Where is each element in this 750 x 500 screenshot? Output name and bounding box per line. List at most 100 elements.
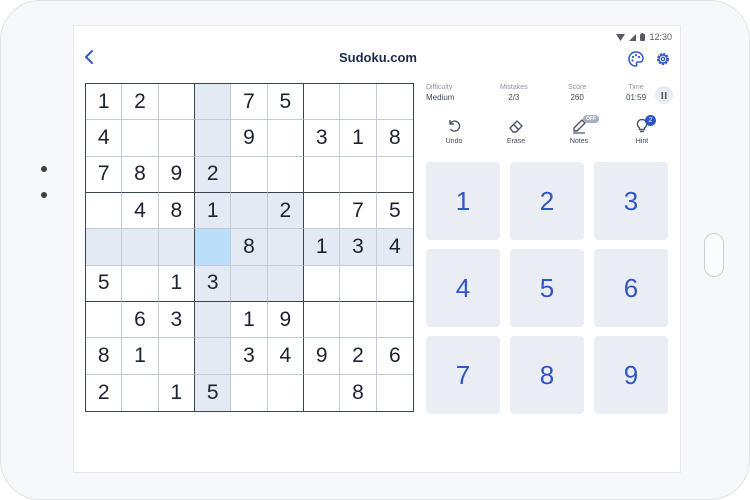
board-cell[interactable]: [267, 156, 304, 193]
board-cell[interactable]: [340, 265, 377, 302]
board-cell[interactable]: [194, 301, 232, 339]
board-cell[interactable]: 1: [122, 338, 159, 375]
board-cell[interactable]: 9: [267, 301, 304, 339]
board-cell[interactable]: 3: [340, 229, 377, 266]
board-cell[interactable]: [267, 265, 304, 302]
board-cell[interactable]: [231, 156, 268, 193]
board-cell[interactable]: [340, 84, 377, 121]
board-cell[interactable]: 2: [86, 374, 123, 411]
palette-icon[interactable]: [627, 50, 645, 68]
home-button[interactable]: [704, 233, 724, 277]
board-cell[interactable]: [86, 229, 123, 266]
board-cell[interactable]: 8: [231, 229, 268, 266]
board-cell[interactable]: 4: [376, 229, 413, 266]
number-key-7[interactable]: 7: [426, 336, 500, 414]
board-cell[interactable]: [303, 265, 341, 302]
board-cell[interactable]: [194, 120, 232, 157]
board-cell[interactable]: [158, 120, 195, 157]
board-cell[interactable]: [340, 301, 377, 339]
board-cell[interactable]: [86, 192, 123, 230]
pause-button[interactable]: [655, 86, 673, 104]
board-cell[interactable]: 2: [267, 192, 304, 230]
undo-button[interactable]: Undo: [432, 118, 476, 145]
board-cell[interactable]: [303, 156, 341, 193]
board-cell[interactable]: [158, 84, 195, 121]
board-cell[interactable]: 2: [194, 156, 232, 193]
number-key-9[interactable]: 9: [594, 336, 668, 414]
board-cell[interactable]: 7: [340, 192, 377, 230]
board-cell[interactable]: 1: [86, 84, 123, 121]
board-cell[interactable]: 1: [158, 374, 195, 411]
board-cell[interactable]: [158, 229, 195, 266]
board-cell[interactable]: 2: [122, 84, 159, 121]
board-cell[interactable]: 1: [303, 229, 341, 266]
board-cell[interactable]: 5: [194, 374, 232, 411]
board-cell[interactable]: [194, 229, 232, 266]
board-cell[interactable]: [122, 120, 159, 157]
board-cell[interactable]: 8: [122, 156, 159, 193]
board-cell[interactable]: [376, 301, 413, 339]
board-cell[interactable]: 8: [86, 338, 123, 375]
board-cell[interactable]: 5: [376, 192, 413, 230]
board-cell[interactable]: 7: [86, 156, 123, 193]
board-cell[interactable]: [194, 338, 232, 375]
board-cell[interactable]: 3: [194, 265, 232, 302]
gear-icon[interactable]: [654, 50, 672, 68]
board-cell[interactable]: 8: [376, 120, 413, 157]
erase-button[interactable]: Erase: [494, 118, 538, 145]
board-cell[interactable]: [303, 301, 341, 339]
board-cell[interactable]: 4: [86, 120, 123, 157]
board-cell[interactable]: [303, 84, 341, 121]
board-cell[interactable]: 1: [194, 192, 232, 230]
board-cell[interactable]: [340, 156, 377, 193]
board-cell[interactable]: 2: [340, 338, 377, 375]
board-cell[interactable]: [86, 301, 123, 339]
board-cell[interactable]: 9: [158, 156, 195, 193]
notes-button[interactable]: OFF Notes: [557, 115, 601, 145]
number-key-3[interactable]: 3: [594, 162, 668, 240]
board-cell[interactable]: 8: [158, 192, 195, 230]
board-cell[interactable]: 9: [231, 120, 268, 157]
board-cell[interactable]: [376, 265, 413, 302]
board-cell[interactable]: [376, 374, 413, 411]
board-cell[interactable]: [303, 192, 341, 230]
board-cell[interactable]: 1: [340, 120, 377, 157]
board-cell[interactable]: [267, 229, 304, 266]
number-key-1[interactable]: 1: [426, 162, 500, 240]
board-cell[interactable]: 8: [340, 374, 377, 411]
board-cell[interactable]: [231, 374, 268, 411]
board-cell[interactable]: 3: [158, 301, 195, 339]
board-cell[interactable]: [267, 120, 304, 157]
mistakes-label: Mistakes: [500, 84, 528, 91]
board-cell[interactable]: [376, 84, 413, 121]
board-cell[interactable]: [231, 265, 268, 302]
board-cell[interactable]: [194, 84, 232, 121]
board-cell[interactable]: 1: [231, 301, 268, 339]
board-cell[interactable]: [267, 374, 304, 411]
board-cell[interactable]: [122, 374, 159, 411]
board-cell[interactable]: 4: [267, 338, 304, 375]
board-cell[interactable]: [122, 229, 159, 266]
number-key-5[interactable]: 5: [510, 249, 584, 327]
board-cell[interactable]: [122, 265, 159, 302]
board-cell[interactable]: 1: [158, 265, 195, 302]
board-cell[interactable]: 3: [303, 120, 341, 157]
erase-label: Erase: [506, 138, 526, 145]
board-cell[interactable]: [158, 338, 195, 375]
number-key-2[interactable]: 2: [510, 162, 584, 240]
number-key-6[interactable]: 6: [594, 249, 668, 327]
board-cell[interactable]: 9: [303, 338, 341, 375]
board-cell[interactable]: 3: [231, 338, 268, 375]
board-cell[interactable]: 5: [267, 84, 304, 121]
board-cell[interactable]: [303, 374, 341, 411]
board-cell[interactable]: 6: [122, 301, 159, 339]
board-cell[interactable]: 7: [231, 84, 268, 121]
board-cell[interactable]: 5: [86, 265, 123, 302]
hint-button[interactable]: 2 Hint: [620, 115, 664, 145]
number-key-8[interactable]: 8: [510, 336, 584, 414]
board-cell[interactable]: 4: [122, 192, 159, 230]
board-cell[interactable]: [376, 156, 413, 193]
number-key-4[interactable]: 4: [426, 249, 500, 327]
board-cell[interactable]: 6: [376, 338, 413, 375]
board-cell[interactable]: [231, 192, 268, 230]
